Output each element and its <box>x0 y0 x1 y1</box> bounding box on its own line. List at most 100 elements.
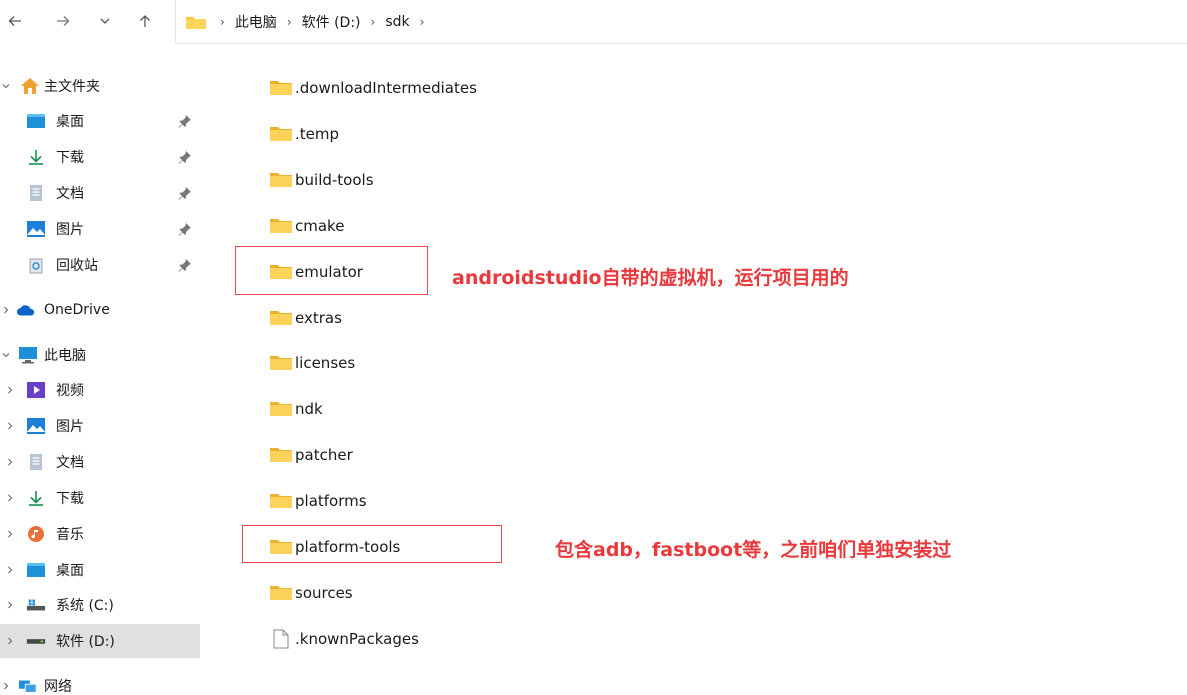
sidebar-item-recycle-bin[interactable]: 回收站 <box>0 248 200 282</box>
list-item[interactable]: platforms <box>270 486 367 516</box>
platform-tools-highlight-box <box>242 525 502 563</box>
sidebar-item-music[interactable]: 音乐 <box>0 517 200 551</box>
platform-tools-annotation: 包含adb，fastboot等，之前咱们单独安装过 <box>555 539 952 561</box>
drive-d-icon <box>26 631 46 651</box>
chevron-right-icon[interactable] <box>4 409 16 443</box>
list-item[interactable]: extras <box>270 303 342 333</box>
sidebar-item-home[interactable]: 主文件夹 <box>0 69 200 103</box>
recent-locations-button[interactable] <box>92 8 118 34</box>
emulator-highlight-box <box>235 246 428 295</box>
breadcrumb-separator: › <box>286 14 292 29</box>
sidebar-item-network[interactable]: 网络 <box>0 669 200 695</box>
recycle-bin-icon <box>26 255 46 275</box>
address-bar[interactable]: › 此电脑 › 软件 (D:) › sdk › <box>175 0 1187 44</box>
document-icon <box>26 183 46 203</box>
pin-icon[interactable] <box>178 114 192 128</box>
sidebar-item-onedrive[interactable]: OneDrive <box>0 293 200 327</box>
chevron-right-icon[interactable] <box>4 624 16 658</box>
file-name: extras <box>295 309 342 327</box>
list-item[interactable]: licenses <box>270 348 355 378</box>
sidebar-item-documents[interactable]: 文档 <box>0 176 200 210</box>
desktop-icon <box>26 560 46 580</box>
sidebar-item-label: 此电脑 <box>44 348 86 364</box>
back-arrow-icon <box>8 16 21 26</box>
chevron-right-icon[interactable] <box>4 517 16 551</box>
folder-icon <box>270 125 292 143</box>
file-name: patcher <box>295 446 353 464</box>
breadcrumb-drive-d[interactable]: 软件 (D:) <box>302 12 361 32</box>
breadcrumb-sdk[interactable]: sdk <box>385 14 409 30</box>
sidebar-item-label: OneDrive <box>44 302 110 318</box>
folder-icon <box>270 492 292 510</box>
pin-icon[interactable] <box>178 258 192 272</box>
breadcrumb-this-pc[interactable]: 此电脑 <box>235 12 277 32</box>
sidebar-item-label: 网络 <box>44 679 72 695</box>
list-item[interactable]: patcher <box>270 440 353 470</box>
list-item[interactable]: .knownPackages <box>270 624 419 654</box>
sidebar-item-drive-c[interactable]: 系统 (C:) <box>0 588 200 622</box>
file-name: .downloadIntermediates <box>295 79 477 97</box>
chevron-right-icon[interactable] <box>4 373 16 407</box>
videos-icon <box>26 380 46 400</box>
chevron-right-icon[interactable] <box>4 445 16 479</box>
download-icon <box>26 147 46 167</box>
list-item[interactable]: sources <box>270 578 353 608</box>
sidebar-item-label: 主文件夹 <box>44 79 100 95</box>
chevron-down-icon[interactable] <box>0 338 12 372</box>
sidebar-item-label: 文档 <box>56 186 84 202</box>
sidebar-item-documents-pc[interactable]: 文档 <box>0 445 200 479</box>
sidebar-item-label: 下载 <box>56 491 84 507</box>
navigation-pane: 主文件夹 桌面 下载 文档 图片 回收站 OneDrive 此电脑 视频 图片 … <box>0 66 200 695</box>
sidebar-item-pictures-pc[interactable]: 图片 <box>0 409 200 443</box>
list-item[interactable]: build-tools <box>270 165 374 195</box>
sidebar-item-videos[interactable]: 视频 <box>0 373 200 407</box>
document-icon <box>26 452 46 472</box>
pin-icon[interactable] <box>178 222 192 236</box>
folder-icon <box>270 446 292 464</box>
list-item[interactable]: ndk <box>270 394 323 424</box>
file-name: ndk <box>295 400 323 418</box>
sidebar-item-label: 桌面 <box>56 563 84 579</box>
sidebar-item-label: 音乐 <box>56 527 84 543</box>
forward-button[interactable] <box>50 8 76 34</box>
network-icon <box>18 676 38 695</box>
chevron-right-icon[interactable] <box>4 481 16 515</box>
file-name: build-tools <box>295 171 374 189</box>
sidebar-item-downloads[interactable]: 下载 <box>0 140 200 174</box>
chevron-right-icon[interactable] <box>4 553 16 587</box>
breadcrumb-separator: › <box>370 14 376 29</box>
breadcrumb-separator: › <box>220 14 225 29</box>
sidebar-item-drive-d[interactable]: 软件 (D:) <box>0 624 200 658</box>
file-list: .downloadIntermediates .temp build-tools… <box>200 66 1187 695</box>
list-item[interactable]: .downloadIntermediates <box>270 73 477 103</box>
chevron-down-icon[interactable] <box>0 69 12 103</box>
file-name: .knownPackages <box>295 630 419 648</box>
pin-icon[interactable] <box>178 150 192 164</box>
top-bar: › 此电脑 › 软件 (D:) › sdk › <box>0 0 1187 44</box>
sidebar-item-desktop[interactable]: 桌面 <box>0 104 200 138</box>
folder-icon <box>270 171 292 189</box>
back-button[interactable] <box>2 8 28 34</box>
up-button[interactable] <box>132 8 158 34</box>
home-icon <box>20 76 40 96</box>
folder-icon <box>270 79 292 97</box>
folder-icon <box>270 400 292 418</box>
folder-icon <box>270 584 292 602</box>
sidebar-item-desktop-pc[interactable]: 桌面 <box>0 553 200 587</box>
list-item[interactable]: .temp <box>270 119 339 149</box>
cloud-icon <box>16 300 36 320</box>
breadcrumb-separator[interactable]: › <box>420 15 425 29</box>
sidebar-item-label: 图片 <box>56 222 84 238</box>
chevron-right-icon[interactable] <box>0 293 12 327</box>
sidebar-item-label: 桌面 <box>56 114 84 130</box>
computer-icon <box>18 345 38 365</box>
chevron-right-icon[interactable] <box>4 588 16 622</box>
chevron-right-icon[interactable] <box>0 669 12 695</box>
file-name: licenses <box>295 354 356 372</box>
pin-icon[interactable] <box>178 186 192 200</box>
sidebar-item-this-pc[interactable]: 此电脑 <box>0 338 200 372</box>
sidebar-item-pictures[interactable]: 图片 <box>0 212 200 246</box>
sidebar-item-downloads-pc[interactable]: 下载 <box>0 481 200 515</box>
file-name: platforms <box>295 492 367 510</box>
list-item[interactable]: cmake <box>270 211 344 241</box>
